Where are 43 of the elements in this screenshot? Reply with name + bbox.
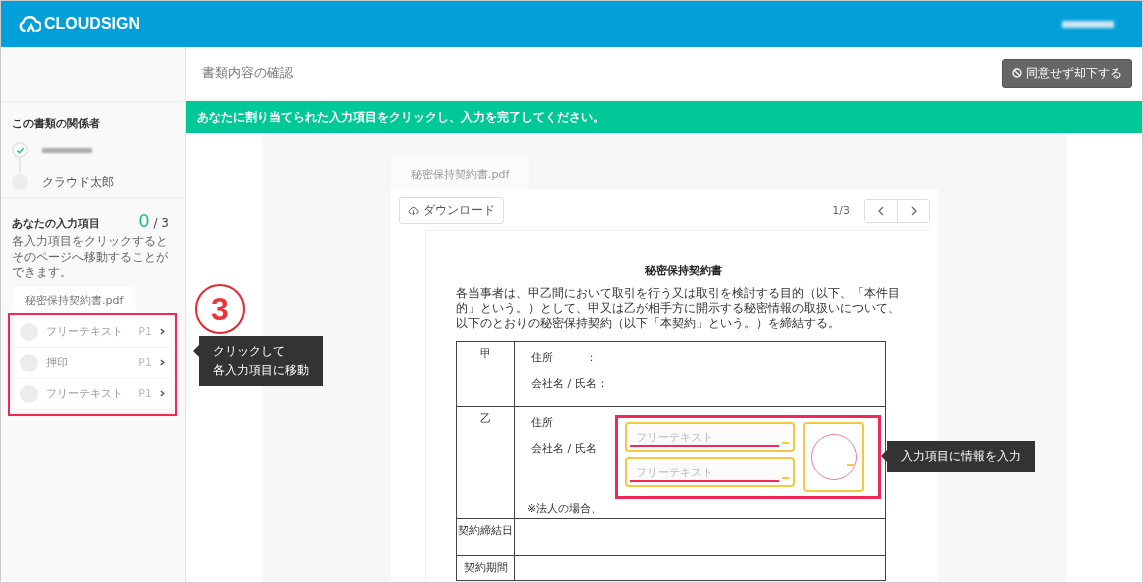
table-cell: 甲 (480, 347, 491, 360)
chevron-right-icon (910, 205, 917, 216)
input-item[interactable]: 押印 P1 (15, 347, 170, 379)
hint-text: 各入力項目をクリックするとそのページへ移動することができます。 (12, 234, 169, 281)
tooltip-pointer (881, 450, 887, 462)
instruction-banner: あなたに割り当てられた入力項目をクリックし、入力を完了してください。 (186, 101, 1142, 133)
input-item[interactable]: フリーテキスト P1 (15, 316, 170, 348)
prohibited-icon (1012, 68, 1022, 78)
next-page-button[interactable] (897, 199, 929, 222)
step-number-badge: 3 (195, 284, 245, 334)
chevron-right-icon (160, 328, 165, 336)
file-tab[interactable]: 秘密保持契約書.pdf (391, 158, 530, 189)
field-label: 会社名 / 氏名 (531, 441, 598, 457)
field-label: 住所 (531, 415, 554, 431)
download-button[interactable]: ダウンロード (399, 197, 504, 224)
callout-text: クリックして (213, 343, 286, 360)
cloud-logo-icon (19, 15, 41, 33)
callout-tooltip: 入力項目に情報を入力 (887, 441, 1035, 473)
stamp-field[interactable] (803, 422, 864, 492)
blurred-user-name[interactable] (1062, 20, 1114, 28)
table-cell: 契約締結日 (458, 524, 513, 537)
field-label: 会社名 / 氏名： (531, 376, 609, 392)
chevron-left-icon (878, 205, 884, 216)
chevron-right-icon (160, 359, 165, 367)
callout-text: 各入力項目に移動 (213, 362, 309, 380)
participant-name: クラウド太郎 (42, 173, 114, 191)
field-label: 住所 ： (531, 350, 598, 366)
table-cell: 契約期間 (463, 561, 508, 574)
document-title: 秘密保持契約書 (643, 263, 723, 278)
file-tab[interactable]: 秘密保持契約書.pdf (13, 286, 136, 311)
page-title: 書類内容の確認 (202, 64, 293, 82)
progress-count: 0 / 3 (138, 210, 169, 231)
note-text: ※法人の場合、 (526, 501, 604, 517)
section-title: あなたの入力項目 (12, 216, 100, 231)
chevron-right-icon (160, 390, 165, 398)
logo-text[interactable]: CLOUDSIGN (44, 15, 140, 33)
reject-button[interactable]: 同意せず却下する (1002, 58, 1132, 88)
page-indicator: 1/3 (832, 204, 850, 217)
section-title: この書類の関係者 (12, 116, 101, 131)
cloud-download-icon (408, 205, 419, 216)
input-item[interactable]: フリーテキスト P1 (15, 378, 170, 410)
document-paragraph: 各当事者は、甲乙間において取引を行う又は取引を検討する目的（以下、「本件目的」という。）として、甲又は乙が相手方に開示する秘密情報の取扱いについて、以下のとおりの秘密保持契約（以下「本契約」という。）を締結する。 (456, 286, 901, 331)
table-cell: 乙 (480, 412, 491, 425)
